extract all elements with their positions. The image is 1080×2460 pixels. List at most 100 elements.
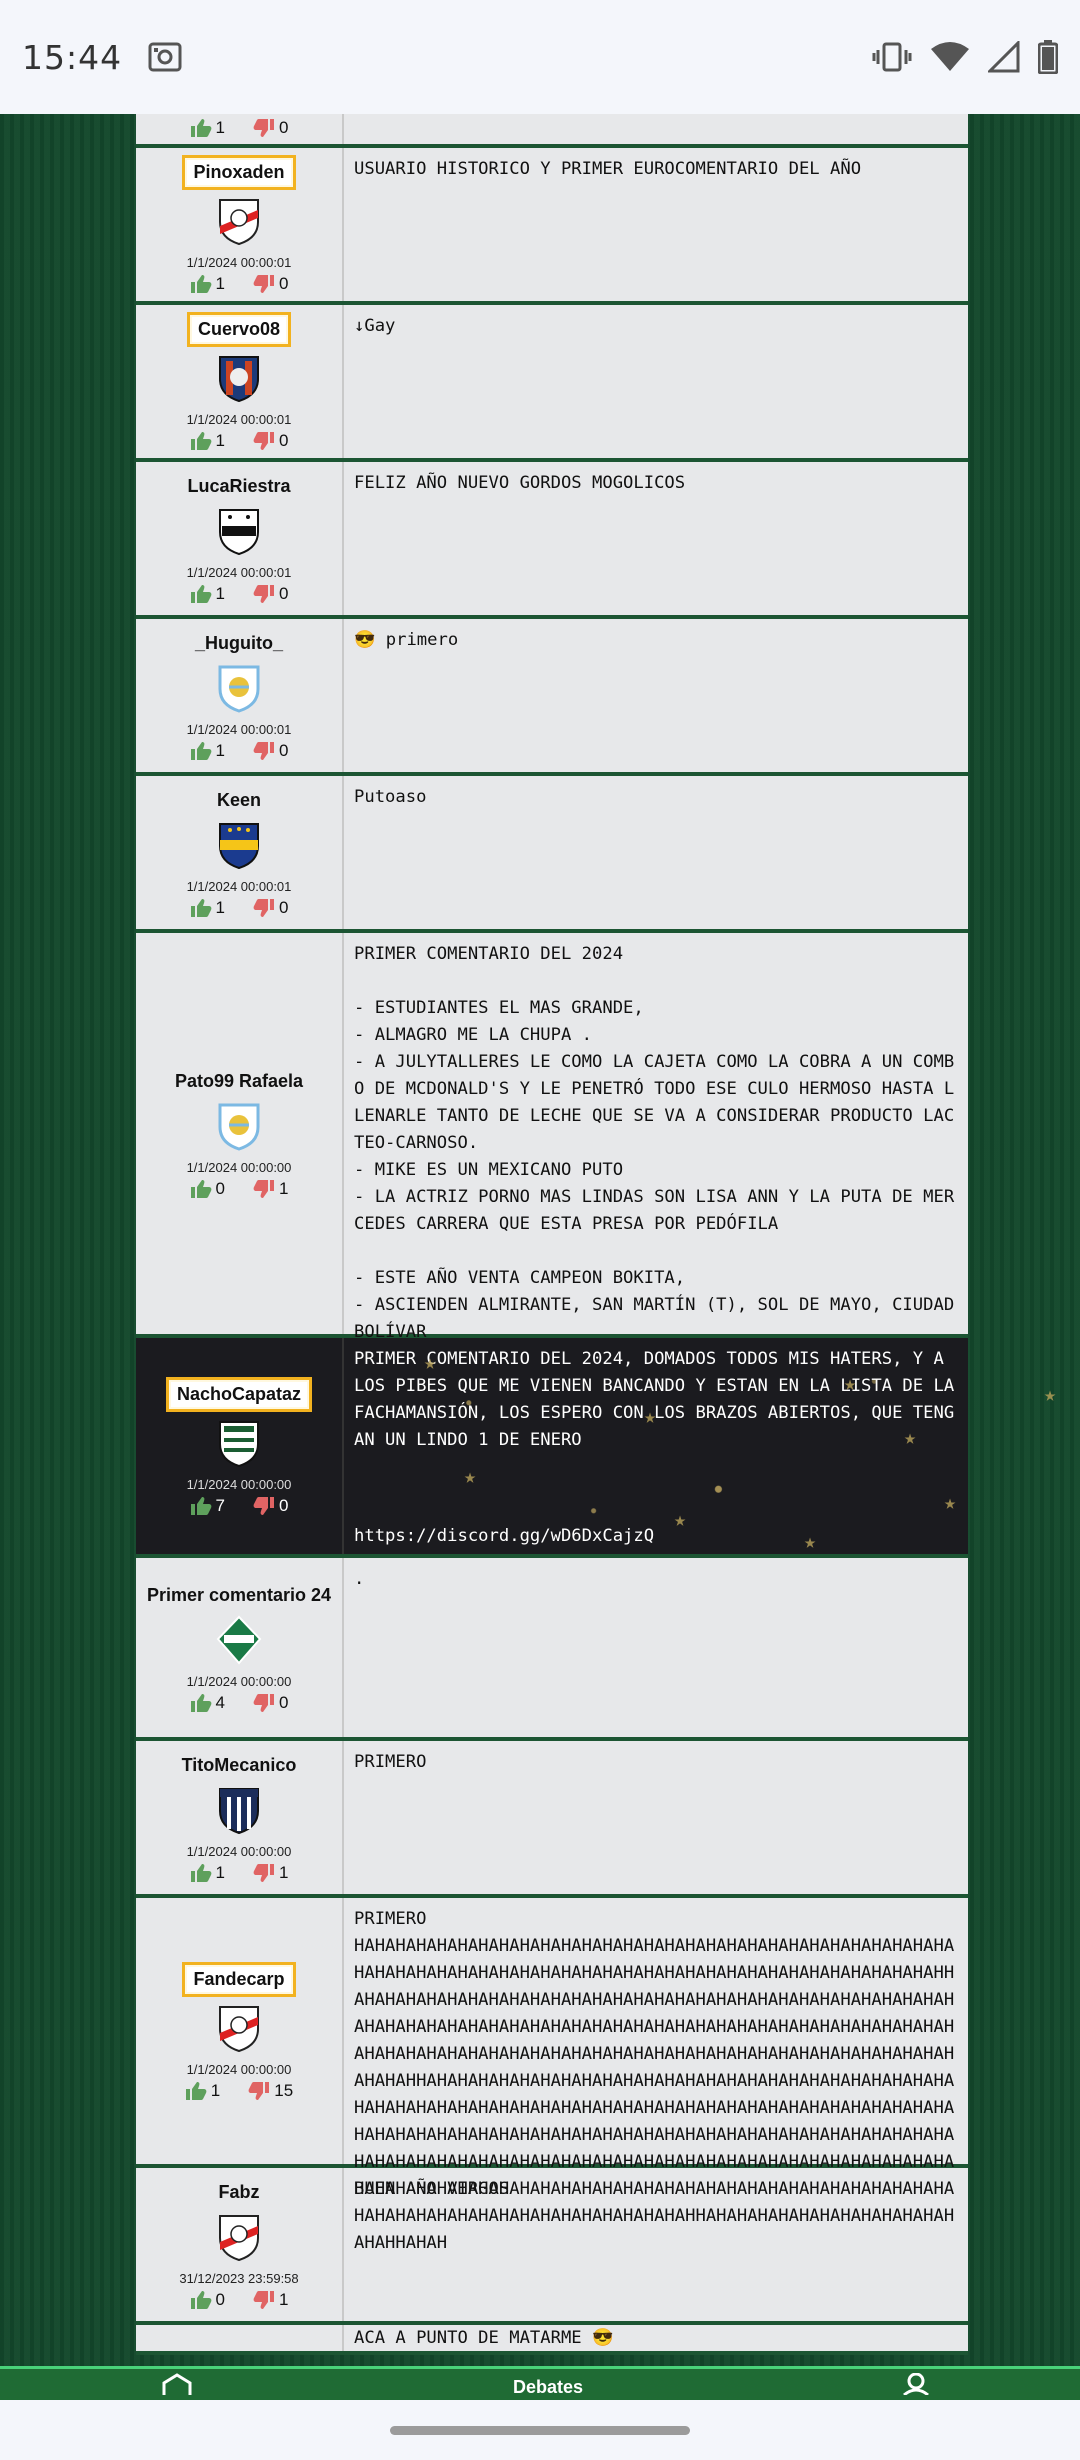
comment-user-column <box>136 2325 344 2351</box>
upvote-button[interactable]: 1 <box>190 898 225 918</box>
upvote-button[interactable]: 7 <box>190 1496 225 1516</box>
username-link[interactable]: Keen <box>217 787 261 814</box>
thumb-up-icon <box>190 119 211 137</box>
upvote-button[interactable]: 1 <box>190 584 225 604</box>
san-lorenzo-crest <box>216 353 262 408</box>
username-link[interactable]: Primer comentario 24 <box>147 1582 331 1609</box>
thumb-down-icon <box>253 2291 274 2309</box>
downvote-count: 0 <box>279 431 289 450</box>
upvote-button[interactable]: 1 <box>190 431 225 451</box>
thumb-down-icon <box>253 1496 274 1515</box>
upvote-button[interactable]: 1 <box>190 274 225 294</box>
star-decoration: ★ <box>804 1529 817 1554</box>
star-decoration: ★ <box>424 1349 437 1374</box>
comment-row-partial: 1 0 <box>136 114 968 148</box>
comment-user-column: Pinoxaden 1/1/2024 00:00:01 1 0 <box>136 148 344 301</box>
comment-timestamp: 1/1/2024 00:00:01 <box>186 412 292 427</box>
vote-group: 10 <box>190 741 288 761</box>
upvote-count: 4 <box>215 1693 225 1712</box>
upvote-button[interactable]: 1 <box>190 741 225 761</box>
thumb-up-icon <box>190 2291 211 2309</box>
comment-body: 😎 primero <box>354 630 459 650</box>
comment-timestamp: 1/1/2024 00:00:01 <box>186 565 292 580</box>
username-link[interactable]: Pato99 Rafaela <box>175 1068 303 1095</box>
comment-text <box>344 128 968 144</box>
status-time: 15:44 <box>22 37 123 77</box>
comment-body: FELIZ AÑO NUEVO GORDOS MOGOLICOS <box>354 473 686 493</box>
upvote-button[interactable]: 0 <box>190 2290 225 2310</box>
comment-body: Putoaso <box>354 787 427 807</box>
upvote-button[interactable]: 1 <box>190 118 225 138</box>
username-link[interactable]: LucaRiestra <box>187 473 290 500</box>
vote-group: 10 <box>190 898 288 918</box>
upvote-count: 1 <box>215 431 225 450</box>
nav-debates-tab[interactable]: Debates <box>513 2377 583 2400</box>
comment-text: ↓Gay <box>344 305 968 458</box>
comment-timestamp: 31/12/2023 23:59:58 <box>179 2271 299 2286</box>
downvote-button[interactable]: 1 <box>253 1863 288 1883</box>
downvote-button[interactable]: 0 <box>253 431 288 451</box>
bottom-nav: Debates <box>0 2366 1080 2400</box>
downvote-button[interactable]: 0 <box>253 274 288 294</box>
discord-link[interactable]: https://discord.gg/wD6DxCajzQ <box>354 1523 654 1550</box>
comment-text: PRIMER COMENTARIO DEL 2024, DOMADOS TODO… <box>344 1338 1056 1554</box>
downvote-count: 1 <box>279 1863 289 1882</box>
comment-text: 😎 primero <box>344 619 968 772</box>
home-icon[interactable] <box>160 2373 194 2400</box>
thumb-down-icon <box>253 432 274 450</box>
comment-row: LucaRiestra 1/1/2024 00:00:01 1 0 FELIZ AÑO … <box>136 462 968 619</box>
downvote-count: 1 <box>279 1179 289 1198</box>
comment-body: BUEN AÑO VIRGOS <box>354 2179 510 2199</box>
username-link[interactable]: Cuervo08 <box>186 312 292 347</box>
downvote-count: 1 <box>279 2290 289 2309</box>
downvote-button[interactable]: 1 <box>253 2290 288 2310</box>
downvote-button[interactable]: 15 <box>248 2081 293 2101</box>
upvote-count: 1 <box>215 118 225 137</box>
username-link[interactable]: TitoMecanico <box>182 1752 297 1779</box>
downvote-count: 15 <box>274 2080 294 2100</box>
downvote-count: 0 <box>279 898 289 917</box>
profile-icon[interactable] <box>902 2372 930 2400</box>
upvote-button[interactable]: 4 <box>190 1693 225 1713</box>
comment-feed: 1 0 Pinoxaden 1/1/2024 00:00:01 1 0 USUARIO … <box>136 114 1056 2355</box>
comment-body: PRIMER COMENTARIO DEL 2024 - ESTUDIANTES… <box>354 944 955 1342</box>
comment-user-column: Primer comentario 24 1/1/2024 00:00:00 4 0 <box>136 1558 344 1737</box>
comment-timestamp: 1/1/2024 00:00:00 <box>186 1674 292 1689</box>
comment-text: PRIMERO <box>344 1741 968 1894</box>
thumb-down-icon <box>253 275 274 293</box>
username-link[interactable]: Fabz <box>218 2179 259 2206</box>
comment-user-column: _Huguito_ 1/1/2024 00:00:01 1 0 <box>136 619 344 772</box>
username-link[interactable]: _Huguito_ <box>195 630 283 657</box>
river-plate-crest <box>216 2212 262 2267</box>
downvote-button[interactable]: 0 <box>253 1693 288 1713</box>
downvote-button[interactable]: 0 <box>253 898 288 918</box>
downvote-button[interactable]: 0 <box>253 1496 288 1516</box>
afa-crest <box>216 663 262 718</box>
wifi-icon <box>930 41 970 73</box>
comment-timestamp: 1/1/2024 00:00:00 <box>186 1476 292 1492</box>
downvote-button[interactable]: 0 <box>253 118 288 138</box>
username-link[interactable]: Fandecarp <box>182 1961 296 1997</box>
downvote-button[interactable]: 1 <box>253 1179 288 1199</box>
downvote-button[interactable]: 0 <box>253 584 288 604</box>
comment-timestamp: 1/1/2024 00:00:00 <box>186 2061 292 2077</box>
comment-timestamp: 1/1/2024 00:00:00 <box>186 1160 292 1175</box>
upvote-button[interactable]: 1 <box>185 2081 220 2101</box>
thumb-up-icon <box>190 275 211 293</box>
username-link[interactable]: Pinoxaden <box>182 155 296 190</box>
comment-row-partial-bottom: ACA A PUNTO DE MATARME 😎 <box>136 2325 968 2355</box>
vote-group: 11 <box>190 1863 288 1883</box>
comment-user-column: 1 0 <box>136 114 344 144</box>
upvote-button[interactable]: 1 <box>190 1863 225 1883</box>
gesture-bar <box>0 2400 1080 2460</box>
comment-user-column: NachoCapataz 1/1/2024 00:00:00 7 0 <box>136 1338 344 1554</box>
downvote-count: 0 <box>279 1693 289 1712</box>
downvote-button[interactable]: 0 <box>253 741 288 761</box>
upvote-count: 1 <box>215 898 225 917</box>
vote-group: 40 <box>190 1693 288 1713</box>
afa-crest <box>216 1101 262 1156</box>
username-link[interactable]: NachoCapataz <box>165 1376 313 1412</box>
home-gesture-handle[interactable] <box>390 2426 690 2435</box>
star-decoration: ★ <box>644 1403 657 1428</box>
upvote-button[interactable]: 0 <box>190 1179 225 1199</box>
